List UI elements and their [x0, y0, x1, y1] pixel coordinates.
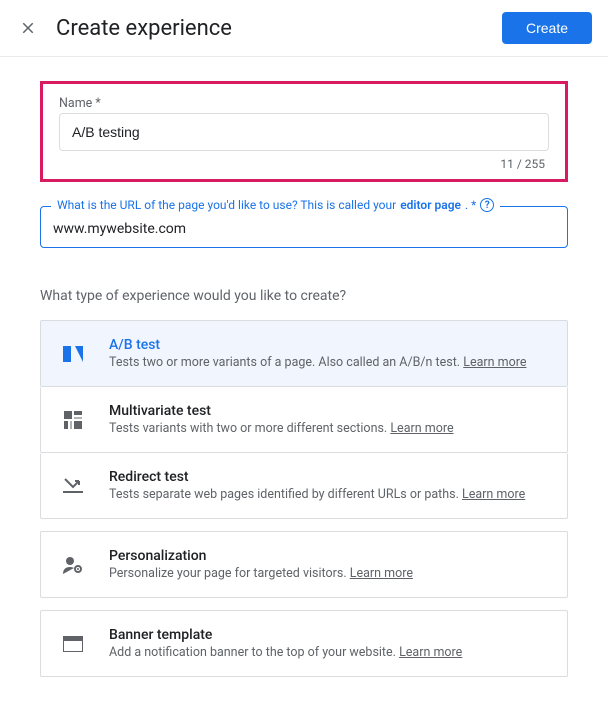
option-body: Redirect test Tests separate web pages i… — [109, 469, 547, 502]
option-title: Banner template — [109, 627, 547, 643]
url-legend-bold: editor page — [400, 198, 461, 212]
banner-icon — [61, 632, 85, 656]
learn-more-link[interactable]: Learn more — [462, 487, 525, 502]
ab-test-icon — [61, 342, 85, 366]
redirect-icon — [61, 474, 85, 498]
experience-type-group-1: A/B test Tests two or more variants of a… — [40, 320, 568, 519]
option-body: Banner template Add a notification banne… — [109, 627, 547, 660]
personalization-icon — [61, 553, 85, 577]
url-legend-suffix: . * — [465, 198, 476, 212]
option-banner-template[interactable]: Banner template Add a notification banne… — [40, 610, 568, 677]
url-legend-prefix: What is the URL of the page you'd like t… — [57, 198, 396, 212]
option-desc: Tests separate web pages identified by d… — [109, 487, 547, 502]
learn-more-link[interactable]: Learn more — [399, 645, 462, 660]
name-label: Name * — [59, 96, 549, 111]
name-char-counter: 11 / 255 — [59, 157, 549, 171]
close-button[interactable] — [16, 16, 40, 40]
url-value: www.mywebsite.com — [53, 221, 555, 237]
close-icon — [19, 19, 37, 37]
name-highlight-box: Name * 11 / 255 — [40, 81, 568, 182]
create-button[interactable]: Create — [502, 12, 592, 44]
option-personalization[interactable]: Personalization Personalize your page fo… — [40, 531, 568, 598]
learn-more-link[interactable]: Learn more — [350, 566, 413, 581]
option-title: Redirect test — [109, 469, 547, 485]
url-field[interactable]: What is the URL of the page you'd like t… — [40, 206, 568, 248]
option-title: Multivariate test — [109, 403, 547, 419]
option-ab-test[interactable]: A/B test Tests two or more variants of a… — [40, 320, 568, 387]
option-desc: Add a notification banner to the top of … — [109, 645, 547, 660]
option-redirect-test[interactable]: Redirect test Tests separate web pages i… — [40, 453, 568, 519]
content: Name * 11 / 255 What is the URL of the p… — [0, 57, 608, 701]
option-title: A/B test — [109, 337, 547, 353]
option-body: A/B test Tests two or more variants of a… — [109, 337, 547, 370]
learn-more-link[interactable]: Learn more — [463, 355, 526, 370]
option-desc: Tests two or more variants of a page. Al… — [109, 355, 547, 370]
option-title: Personalization — [109, 548, 547, 564]
option-body: Personalization Personalize your page fo… — [109, 548, 547, 581]
option-multivariate-test[interactable]: Multivariate test Tests variants with tw… — [40, 387, 568, 453]
help-icon[interactable]: ? — [480, 198, 494, 212]
url-legend: What is the URL of the page you'd like t… — [51, 198, 500, 212]
option-desc: Tests variants with two or more differen… — [109, 421, 547, 436]
page-title: Create experience — [56, 16, 502, 41]
header: Create experience Create — [0, 0, 608, 57]
type-section-label: What type of experience would you like t… — [40, 288, 568, 304]
name-input[interactable] — [59, 113, 549, 151]
multivariate-icon — [61, 408, 85, 432]
learn-more-link[interactable]: Learn more — [390, 421, 453, 436]
option-desc: Personalize your page for targeted visit… — [109, 566, 547, 581]
option-body: Multivariate test Tests variants with tw… — [109, 403, 547, 436]
